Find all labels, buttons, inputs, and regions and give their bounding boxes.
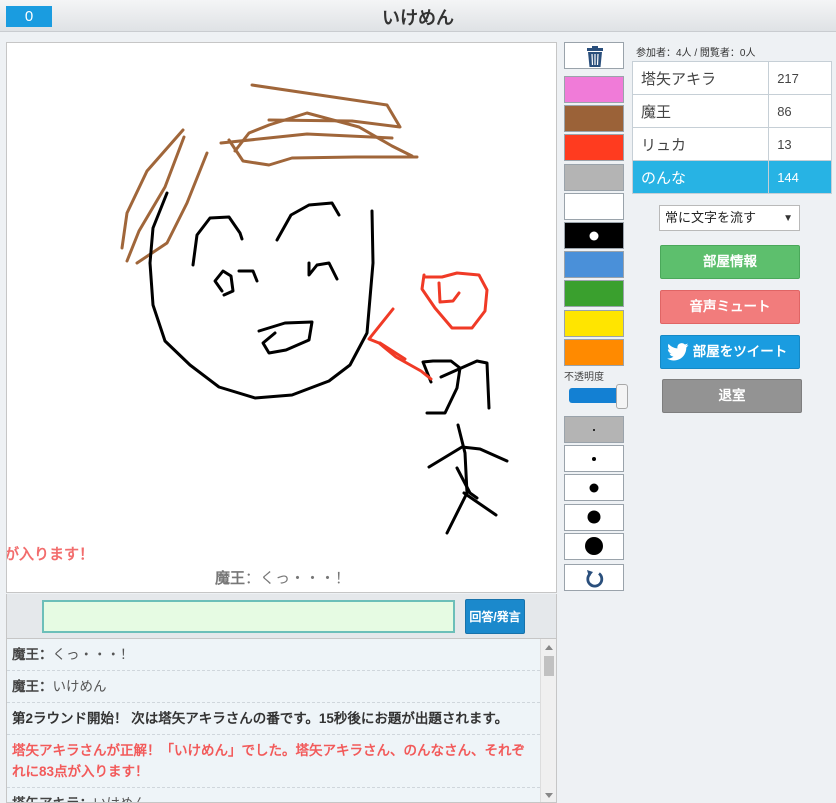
color-swatch[interactable] (564, 280, 624, 308)
score-row: リュカ 13 (631, 127, 832, 161)
chat-scrollbar[interactable] (540, 639, 556, 802)
color-swatch[interactable] (564, 76, 624, 103)
chat-message-name: 塔矢アキラ (12, 796, 80, 802)
score-row: 魔王 86 (631, 94, 832, 128)
brush-size-option[interactable] (564, 474, 624, 502)
chat-message: 魔王：くっ・・・！ (7, 639, 540, 671)
player-name: リュカ (631, 127, 770, 161)
chat-message: 塔矢アキラ：いけめん (7, 788, 540, 802)
brush-size-option[interactable] (564, 532, 624, 560)
color-swatch[interactable] (564, 105, 624, 133)
player-name: 魔王 (631, 94, 770, 128)
last-chat-overlay: 魔王：くっ・・・！ (7, 567, 556, 588)
clear-canvas-button[interactable] (564, 42, 624, 69)
chat-message-text: くっ・・・！ (52, 647, 134, 662)
flowing-message: 点が入ります！ (7, 543, 94, 564)
brush-size-dot (593, 428, 595, 431)
opacity-label: 不透明度 (564, 372, 604, 383)
player-points: 144 (768, 160, 832, 194)
chat-message-text: いけめん (93, 796, 147, 802)
last-chat-text: くっ・・・！ (260, 570, 351, 587)
color-swatch[interactable] (564, 338, 624, 366)
last-chat-name: 魔王 (214, 570, 245, 587)
chevron-down-icon: ▼ (783, 213, 793, 224)
chat-message-name: 魔王 (12, 647, 39, 662)
undo-button[interactable] (564, 564, 624, 591)
selected-indicator (589, 231, 599, 240)
chat-message-text: いけめん (52, 679, 107, 694)
answer-button[interactable]: 回答/発言 (465, 599, 525, 634)
text-flow-select-value: 常に文字を流す (665, 210, 757, 225)
chat-message-separator: ： (39, 647, 53, 662)
drawing-strokes (120, 83, 509, 535)
twitter-bird-icon (667, 343, 689, 361)
player-points: 13 (768, 127, 832, 161)
score-table: 塔矢アキラ 217 魔王 86 リュカ 13 のんな 144 (631, 61, 832, 194)
player-name: 塔矢アキラ (631, 61, 770, 95)
brush-size-option[interactable] (564, 416, 624, 443)
chat-log[interactable]: 魔王：くっ・・・！ 魔王：いけめん 第2ラウンド開始！ 次は塔矢アキラさんの番です。… (6, 638, 557, 803)
scroll-down-arrow-icon[interactable] (545, 793, 553, 798)
scroll-thumb[interactable] (544, 656, 554, 676)
brush-size-dot (589, 483, 599, 493)
score-row: のんな 144 (631, 160, 832, 194)
page-title: いけめん (382, 8, 454, 28)
chat-message: 塔矢アキラさんが正解！「いけめん」でした。塔矢アキラさん、のんなさん、それぞれに… (7, 735, 540, 788)
opacity-slider-track[interactable] (569, 388, 619, 403)
tweet-room-button[interactable]: 部屋をツイート (660, 335, 800, 369)
color-swatch[interactable] (564, 222, 624, 249)
score-row: 塔矢アキラ 217 (631, 61, 832, 95)
mute-button[interactable]: 音声ミュート (660, 290, 800, 324)
player-points: 217 (768, 61, 832, 95)
opacity-slider[interactable] (569, 384, 628, 409)
chat-message: 第2ラウンド開始！ 次は塔矢アキラさんの番です。15秒後にお題が出題されます。 (7, 703, 540, 735)
color-swatch[interactable] (564, 251, 624, 279)
player-name: のんな (631, 160, 770, 194)
scroll-up-arrow-icon[interactable] (545, 645, 553, 650)
participants-count: 参加者：4人 / 閲覧者：0人 (636, 48, 756, 59)
top-bar: 0 いけめん (0, 0, 836, 32)
trash-icon (587, 46, 603, 67)
chat-message-separator: ： (39, 679, 53, 694)
text-flow-select[interactable]: 常に文字を流す ▼ (659, 205, 800, 231)
exit-room-button[interactable]: 退室 (662, 379, 802, 413)
brush-size-option[interactable] (564, 503, 624, 531)
color-swatch[interactable] (564, 163, 624, 191)
opacity-slider-handle[interactable] (616, 384, 628, 409)
room-info-button[interactable]: 部屋情報 (660, 245, 800, 279)
color-swatch[interactable] (564, 134, 624, 162)
flowing-message-text: 点が入ります！ (6, 546, 95, 563)
answer-input[interactable] (42, 600, 455, 633)
brush-size-option[interactable] (564, 445, 624, 473)
chat-message: 魔王：いけめん (7, 671, 540, 703)
undo-icon (586, 570, 604, 588)
color-swatch[interactable] (564, 192, 624, 220)
last-chat-separator: ： (244, 570, 260, 587)
chat-list: 魔王：くっ・・・！ 魔王：いけめん 第2ラウンド開始！ 次は塔矢アキラさんの番です。… (7, 639, 540, 802)
player-points: 86 (768, 94, 832, 128)
answer-bar: 回答/発言 (6, 594, 557, 638)
tweet-room-label: 部屋をツイート (692, 344, 788, 359)
brush-size-dot (592, 456, 596, 461)
chat-message-separator: ： (80, 796, 94, 802)
brush-size-dot (585, 537, 603, 556)
brush-size-dot (587, 510, 601, 524)
drawing-canvas[interactable]: 点が入ります！ 魔王：くっ・・・！ (6, 42, 557, 593)
color-swatch[interactable] (564, 309, 624, 337)
chat-message-name: 魔王 (12, 679, 39, 694)
